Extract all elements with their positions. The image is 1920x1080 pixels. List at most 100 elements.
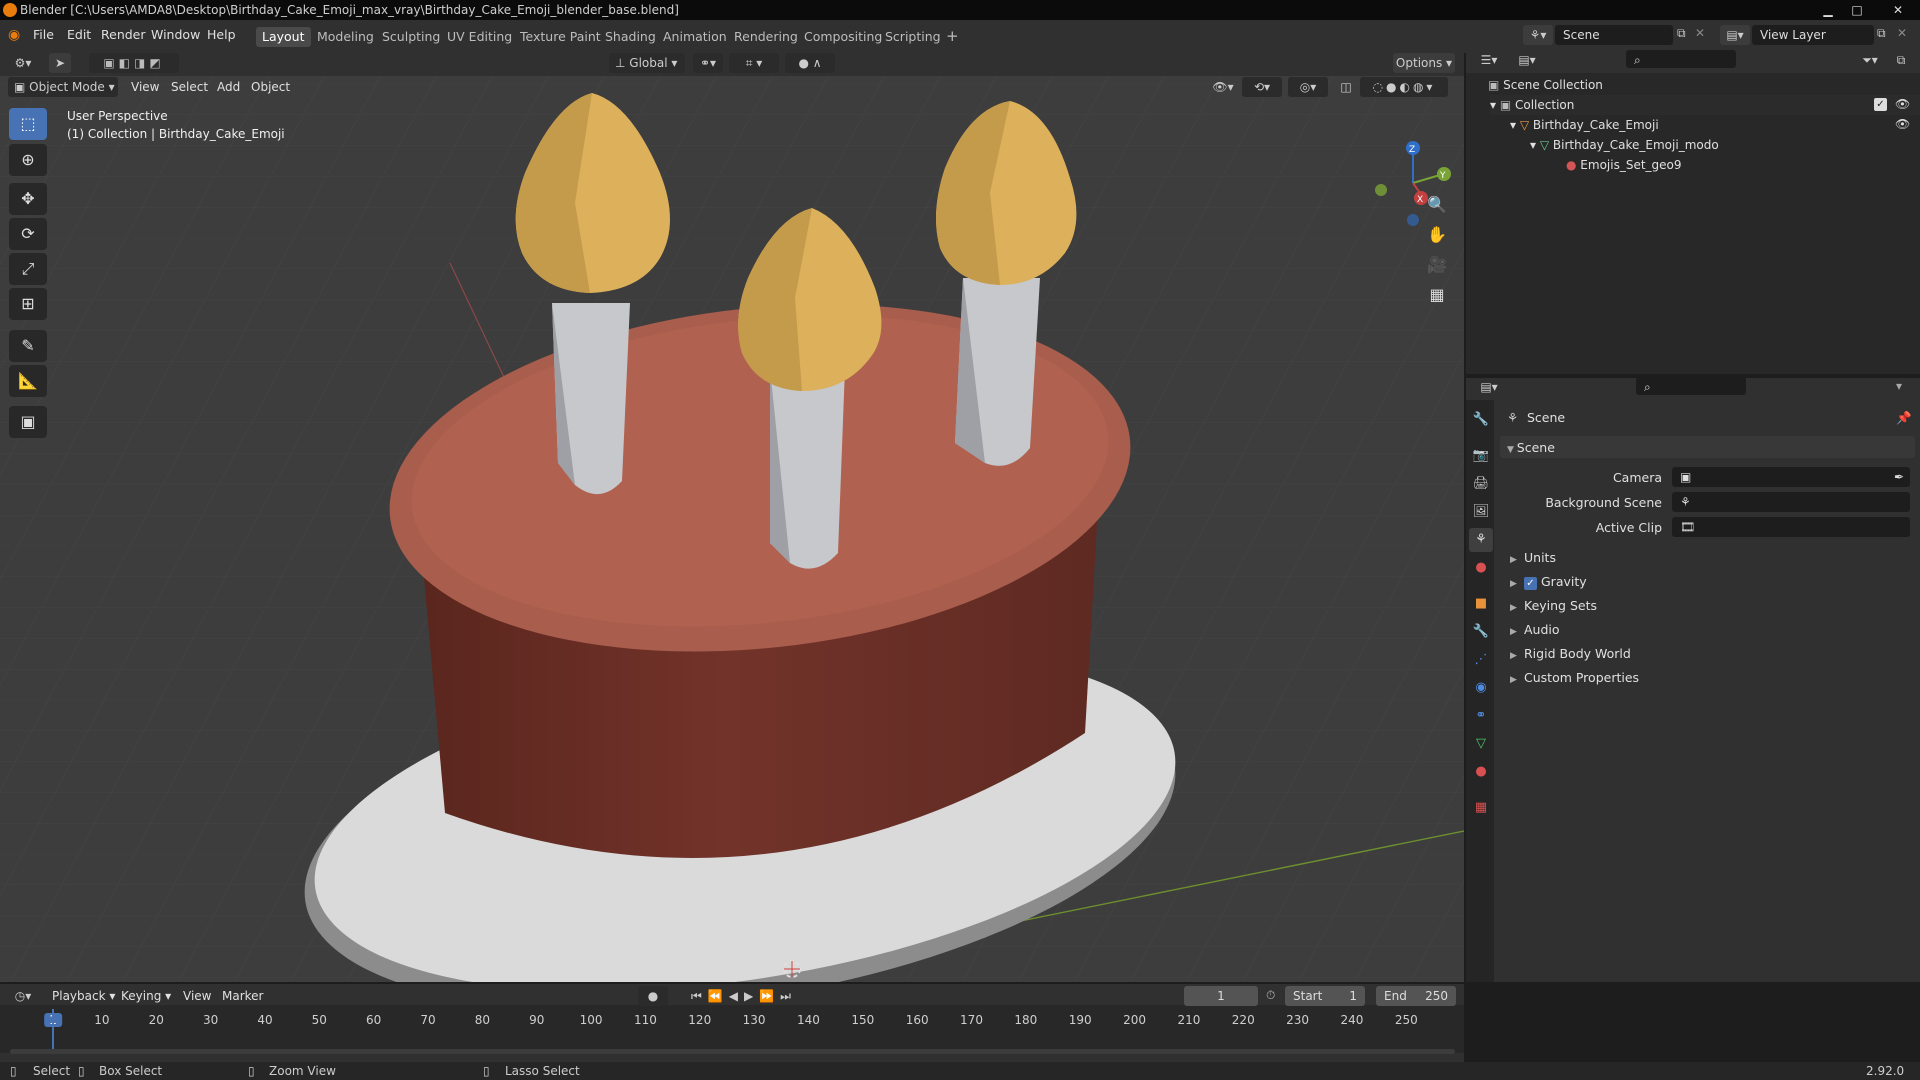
maximize-button[interactable]: □ — [1843, 0, 1871, 20]
annotate-tool-icon[interactable]: ✎ — [9, 330, 47, 362]
editor-type-icon[interactable]: ⚙▾ — [8, 53, 38, 73]
snap-icon[interactable]: ⌗ ▾ — [729, 53, 779, 73]
viewport-menu-object[interactable]: Object — [251, 80, 290, 94]
tab-layout[interactable]: Layout — [256, 27, 311, 47]
menu-file[interactable]: File — [33, 27, 54, 42]
section-custom-properties[interactable]: ▶ Custom Properties — [1510, 670, 1639, 685]
outliner-editor-type-icon[interactable]: ☰▾ — [1474, 50, 1504, 70]
close-button[interactable]: ✕ — [1880, 0, 1916, 20]
visibility-icon[interactable]: 👁▾ — [1208, 77, 1238, 97]
particles-tab-icon[interactable]: ⋰ — [1469, 648, 1493, 672]
new-scene-icon[interactable]: ⧉ — [1677, 26, 1686, 41]
section-keying-sets[interactable]: ▶ Keying Sets — [1510, 598, 1597, 613]
section-units[interactable]: ▶ Units — [1510, 550, 1556, 565]
blender-menu-icon[interactable]: ◉ — [8, 27, 20, 43]
tab-shading[interactable]: Shading — [599, 27, 662, 47]
new-view-layer-icon[interactable]: ⧉ — [1877, 26, 1886, 41]
timeline-menu-view[interactable]: View — [183, 989, 211, 1003]
timeline-editor-type-icon[interactable]: ◷▾ — [8, 986, 38, 1006]
constraints-tab-icon[interactable]: ⚭ — [1469, 704, 1493, 728]
preview-range-icon[interactable]: ⏱ — [1266, 988, 1275, 1003]
collection-visibility-icon[interactable]: 👁 — [1895, 97, 1910, 111]
overlays-icon[interactable]: ◎▾ — [1288, 77, 1328, 97]
tab-animation[interactable]: Animation — [657, 27, 733, 47]
proportional-edit-icon[interactable]: ● ∧ — [785, 53, 835, 73]
render-tab-icon[interactable]: 📷 — [1469, 444, 1493, 468]
transform-tool-icon[interactable]: ⊞ — [9, 288, 47, 320]
menu-render[interactable]: Render — [101, 27, 146, 42]
tree-scene-collection[interactable]: ▣ Scene Collection — [1488, 75, 1603, 95]
physics-tab-icon[interactable]: ◉ — [1469, 676, 1493, 700]
gizmo-neg-y-icon[interactable] — [1375, 184, 1387, 196]
scale-tool-icon[interactable]: ⤢ — [9, 253, 47, 285]
xray-icon[interactable]: ◫ — [1336, 77, 1356, 97]
section-audio[interactable]: ▶ Audio — [1510, 622, 1560, 637]
world-tab-icon[interactable]: ● — [1469, 556, 1493, 580]
tab-sculpting[interactable]: Sculpting — [376, 27, 446, 47]
pin-icon[interactable]: 📌 — [1896, 410, 1912, 426]
outliner-search-input[interactable]: ⌕ — [1626, 50, 1736, 68]
auto-keying-icon[interactable]: ● — [638, 986, 668, 1006]
collection-checkbox[interactable]: ✓ — [1874, 98, 1887, 111]
playback-controls-icons[interactable]: ⏮⏪◀▶⏩⏭ — [684, 986, 804, 1006]
section-rigid-body-world[interactable]: ▶ Rigid Body World — [1510, 646, 1631, 661]
minimize-button[interactable]: ▁ — [1814, 0, 1842, 20]
tab-modeling[interactable]: Modeling — [311, 27, 380, 47]
end-frame-field[interactable]: End 250 — [1376, 986, 1456, 1006]
eyedropper-icon[interactable]: ✒ — [1894, 467, 1910, 487]
active-clip-field[interactable]: 🎞 — [1672, 517, 1910, 537]
timeline-menu-marker[interactable]: Marker — [222, 989, 263, 1003]
view-layer-browse-icon[interactable]: ▤▾ — [1720, 25, 1750, 45]
perspective-toggle-icon[interactable]: ▦ — [1423, 281, 1451, 309]
timeline-scrollbar[interactable] — [10, 1049, 1455, 1054]
menu-help[interactable]: Help — [207, 27, 236, 42]
delete-view-layer-icon[interactable]: ✕ — [1897, 26, 1907, 40]
scene-tab-icon[interactable]: ⚘ — [1469, 528, 1493, 552]
tab-compositing[interactable]: Compositing — [798, 27, 888, 47]
options-button[interactable]: Options ▾ — [1393, 53, 1455, 73]
tree-object[interactable]: ▾ ▽ Birthday_Cake_Emoji — [1510, 115, 1659, 135]
add-cube-tool-icon[interactable]: ▣ — [9, 406, 47, 438]
pivot-point-icon[interactable]: ⚭▾ — [693, 53, 723, 73]
select-tool-icon[interactable]: ➤ — [49, 53, 71, 73]
view-layer-tab-icon[interactable]: 🖼 — [1469, 500, 1493, 524]
mode-dropdown[interactable]: ▣ Object Mode ▾ — [8, 77, 118, 97]
new-collection-icon[interactable]: ⧉ — [1890, 50, 1912, 70]
3d-viewport[interactable]: Z Y X — [0, 53, 1464, 982]
gizmo-toggle-icon[interactable]: ⟲▾ — [1242, 77, 1282, 97]
menu-edit[interactable]: Edit — [67, 27, 91, 42]
filter-icon[interactable]: ⏷▾ — [1855, 50, 1885, 70]
scene-field[interactable]: Scene — [1555, 25, 1673, 45]
pan-hand-icon[interactable]: ✋ — [1423, 221, 1451, 249]
viewport-menu-view[interactable]: View — [131, 80, 159, 94]
tree-material[interactable]: ● Emojis_Set_geo9 — [1566, 155, 1682, 175]
cursor-tool-icon[interactable]: ⊕ — [9, 144, 47, 176]
output-tab-icon[interactable]: 🖨 — [1469, 472, 1493, 496]
select-box-tool-icon[interactable]: ⬚ — [9, 108, 47, 140]
object-visibility-icon[interactable]: 👁 — [1895, 117, 1910, 131]
tool-tab-icon[interactable]: 🔧 — [1469, 408, 1493, 432]
object-tab-icon[interactable]: ■ — [1469, 592, 1493, 616]
current-frame-field[interactable]: 1 — [1184, 986, 1258, 1006]
viewport-menu-select[interactable]: Select — [171, 80, 208, 94]
playhead-line[interactable] — [52, 1009, 54, 1053]
timeline-menu-playback[interactable]: Playback ▾ — [52, 989, 115, 1003]
shading-mode-icons[interactable]: ◌●◐◍▾ — [1360, 77, 1448, 97]
background-scene-field[interactable]: ⚘ — [1672, 492, 1910, 512]
tab-scripting[interactable]: Scripting — [879, 27, 947, 47]
material-tab-icon[interactable]: ● — [1469, 760, 1493, 784]
gizmo-neg-z-icon[interactable] — [1407, 214, 1419, 226]
scene-panel-header[interactable] — [1500, 436, 1915, 458]
view-layer-field[interactable]: View Layer — [1752, 25, 1874, 45]
scene-browse-icon[interactable]: ⚘▾ — [1523, 25, 1553, 45]
tab-uv-editing[interactable]: UV Editing — [441, 27, 518, 47]
texture-tab-icon[interactable]: ▦ — [1469, 796, 1493, 820]
transform-orientation-dropdown[interactable]: ⊥ Global ▾ — [609, 53, 685, 73]
display-mode-icon[interactable]: ▤▾ — [1512, 50, 1542, 70]
data-tab-icon[interactable]: ▽ — [1469, 732, 1493, 756]
zoom-icon[interactable]: 🔍 — [1423, 191, 1451, 219]
add-workspace-button[interactable]: + — [940, 25, 965, 45]
delete-scene-icon[interactable]: ✕ — [1695, 26, 1705, 40]
modifier-tab-icon[interactable]: 🔧 — [1469, 620, 1493, 644]
tree-mesh[interactable]: ▾ ▽ Birthday_Cake_Emoji_modo — [1530, 135, 1719, 155]
